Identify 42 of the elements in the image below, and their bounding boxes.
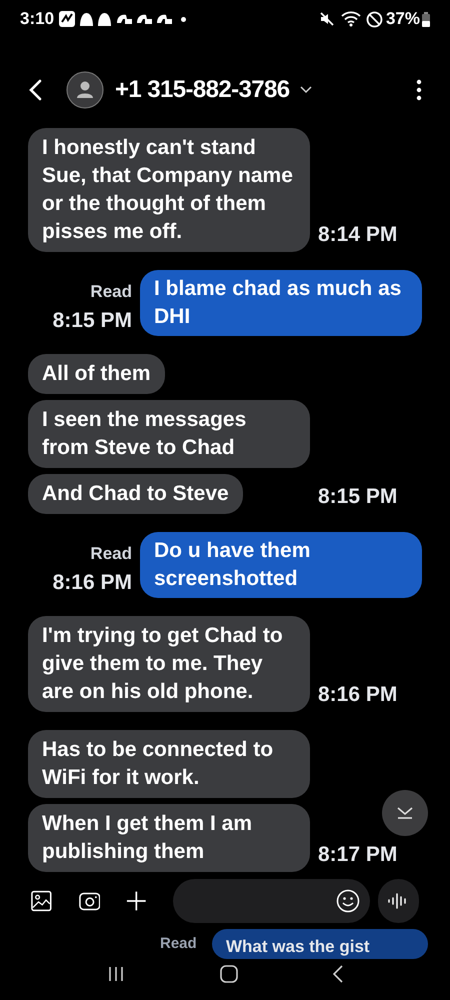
scroll-down-icon xyxy=(396,806,414,820)
emoji-icon[interactable] xyxy=(336,889,360,913)
more-options-icon[interactable] xyxy=(416,79,422,101)
message-bubble: What was the gist xyxy=(212,929,428,959)
message-time: 8:15 PM xyxy=(52,308,132,334)
message-bubble: All of them xyxy=(28,354,164,394)
message-bubble: I blame chad as much as DHI xyxy=(140,270,422,336)
voice-button[interactable] xyxy=(378,879,419,923)
message-time: 8:14 PM xyxy=(318,222,398,248)
gallery-icon[interactable] xyxy=(31,890,52,912)
read-status: Read xyxy=(160,934,197,954)
mute-icon xyxy=(318,11,335,27)
message-time: 8:15 PM xyxy=(318,484,398,510)
message-bubble: I'm trying to get Chad to give them to me. They are on his old phone. xyxy=(28,616,310,712)
wifi-icon xyxy=(340,11,361,27)
recent-apps-icon[interactable] xyxy=(107,966,126,982)
battery-icon xyxy=(422,12,430,26)
message-input-field[interactable] xyxy=(172,879,370,923)
message-bubble: Has to be connected to WiFi for it work. xyxy=(28,730,310,798)
read-status: Read xyxy=(90,281,132,303)
add-icon[interactable] xyxy=(126,890,147,912)
read-status: Read xyxy=(90,543,132,565)
camera-icon[interactable] xyxy=(78,891,100,911)
back-icon[interactable] xyxy=(332,965,343,983)
scroll-down-button[interactable] xyxy=(382,790,428,836)
do-not-disturb-icon xyxy=(366,10,383,28)
message-bubble: I seen the messages from Steve to Chad xyxy=(28,400,310,468)
contact-name[interactable]: +1 315-882-3786 xyxy=(115,72,290,108)
battery-percent: 37% xyxy=(386,8,420,30)
app-notification-icon xyxy=(59,11,76,27)
status-time: 3:10 xyxy=(20,8,54,30)
contact-avatar[interactable] xyxy=(66,71,104,109)
message-bubble: And Chad to Steve xyxy=(28,474,243,514)
message-bubble: Do u have them screenshotted xyxy=(140,532,422,598)
home-icon[interactable] xyxy=(220,965,238,983)
message-bubble: When I get them I am publishing them xyxy=(28,804,310,872)
message-time: 8:17 PM xyxy=(318,842,398,868)
more-notifications-icon xyxy=(181,16,186,22)
message-time: 8:16 PM xyxy=(52,570,132,596)
chevron-down-icon[interactable] xyxy=(300,86,312,94)
message-bubble: I honestly can't stand Sue, that Company name or the thought of them pisses me off. xyxy=(28,128,310,252)
message-time: 8:16 PM xyxy=(318,682,398,708)
